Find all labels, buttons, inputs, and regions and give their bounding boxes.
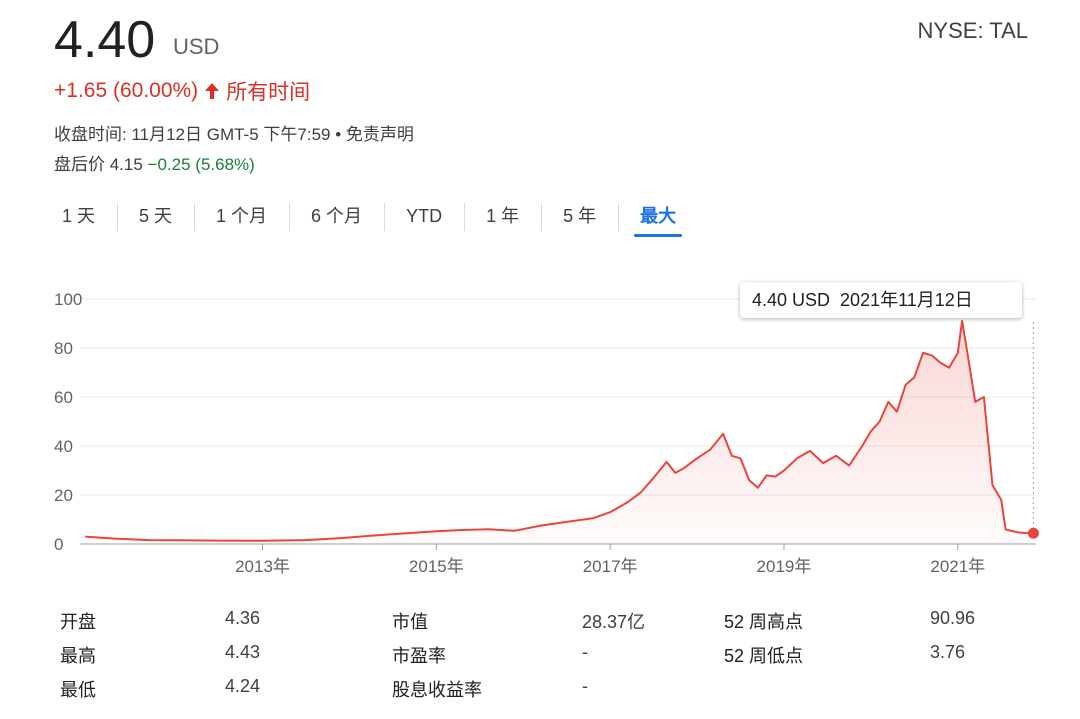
series-area bbox=[85, 321, 1034, 544]
x-tick-label: 2013年 bbox=[235, 557, 290, 576]
after-hours-change: −0.25 (5.68%) bbox=[147, 155, 255, 174]
tab-1-month[interactable]: 1 个月 bbox=[194, 201, 289, 231]
y-tick-label: 40 bbox=[54, 437, 73, 456]
exchange-ticker: NYSE: TAL bbox=[917, 18, 1028, 43]
stat-label-low: 最低 bbox=[60, 680, 96, 700]
tooltip-price: 4.40 USD bbox=[752, 290, 831, 310]
stat-label-52w-high: 52 周高点 bbox=[724, 612, 804, 632]
stat-label-open: 开盘 bbox=[60, 612, 96, 632]
stat-value-open: 4.36 bbox=[225, 608, 261, 628]
price-change: +1.65 (60.00%) 所有时间 bbox=[54, 76, 310, 106]
tab-max[interactable]: 最大 bbox=[618, 201, 698, 237]
currency-label: USD bbox=[173, 34, 220, 59]
tab-1-year[interactable]: 1 年 bbox=[464, 201, 541, 231]
stat-label-market-cap: 市值 bbox=[392, 612, 428, 632]
stat-value-dividend: - bbox=[582, 676, 588, 696]
arrow-up-icon bbox=[204, 82, 220, 100]
close-info: 收盘时间: 11月12日 GMT-5 下午7:59 • 免责声明 bbox=[54, 125, 414, 144]
y-tick-label: 60 bbox=[54, 388, 73, 407]
tab-6-month[interactable]: 6 个月 bbox=[289, 201, 384, 231]
stat-value-market-cap: 28.37亿 bbox=[582, 612, 646, 632]
after-hours: 盘后价 4.15 −0.25 (5.68%) bbox=[54, 150, 255, 175]
x-tick-label: 2021年 bbox=[930, 557, 985, 576]
tooltip-date: 2021年11月12日 bbox=[840, 290, 973, 310]
chart-tooltip: 4.40 USD 2021年11月12日 bbox=[740, 282, 1022, 318]
stat-value-52w-high: 90.96 bbox=[930, 608, 976, 628]
stat-value-high: 4.43 bbox=[225, 642, 261, 662]
tab-5-day[interactable]: 5 天 bbox=[117, 201, 194, 231]
range-tabs: 1 天 5 天 1 个月 6 个月 YTD 1 年 5 年 最大 bbox=[40, 196, 698, 237]
tab-5-year[interactable]: 5 年 bbox=[541, 201, 618, 231]
stat-label-dividend: 股息收益率 bbox=[392, 680, 482, 700]
stat-value-low: 4.24 bbox=[225, 676, 261, 696]
stat-value-52w-low: 3.76 bbox=[930, 642, 966, 662]
x-tick-label: 2017年 bbox=[583, 557, 638, 576]
x-tick-label: 2019年 bbox=[757, 557, 812, 576]
stat-label-pe: 市盈率 bbox=[392, 646, 446, 666]
y-tick-label: 20 bbox=[54, 486, 73, 505]
tab-ytd[interactable]: YTD bbox=[384, 201, 464, 231]
stat-value-pe: - bbox=[582, 642, 588, 662]
after-hours-label: 盘后价 4.15 bbox=[54, 155, 143, 174]
y-tick-label: 80 bbox=[54, 339, 73, 358]
y-tick-label: 100 bbox=[54, 290, 82, 309]
change-value: +1.65 (60.00%) bbox=[54, 79, 199, 102]
last-point-marker bbox=[1027, 527, 1039, 539]
x-tick-label: 2015年 bbox=[409, 557, 464, 576]
stat-label-52w-low: 52 周低点 bbox=[724, 646, 804, 666]
y-tick-label: 0 bbox=[54, 535, 63, 554]
price-chart[interactable]: 0 20 40 60 80 100 2013年 2015年 2017年 2019年 2021年 bbox=[0, 270, 1080, 600]
stock-price: 4.40 bbox=[54, 11, 156, 69]
stat-label-high: 最高 bbox=[60, 646, 96, 666]
tab-1-day[interactable]: 1 天 bbox=[40, 201, 117, 231]
change-period: 所有时间 bbox=[226, 81, 311, 104]
